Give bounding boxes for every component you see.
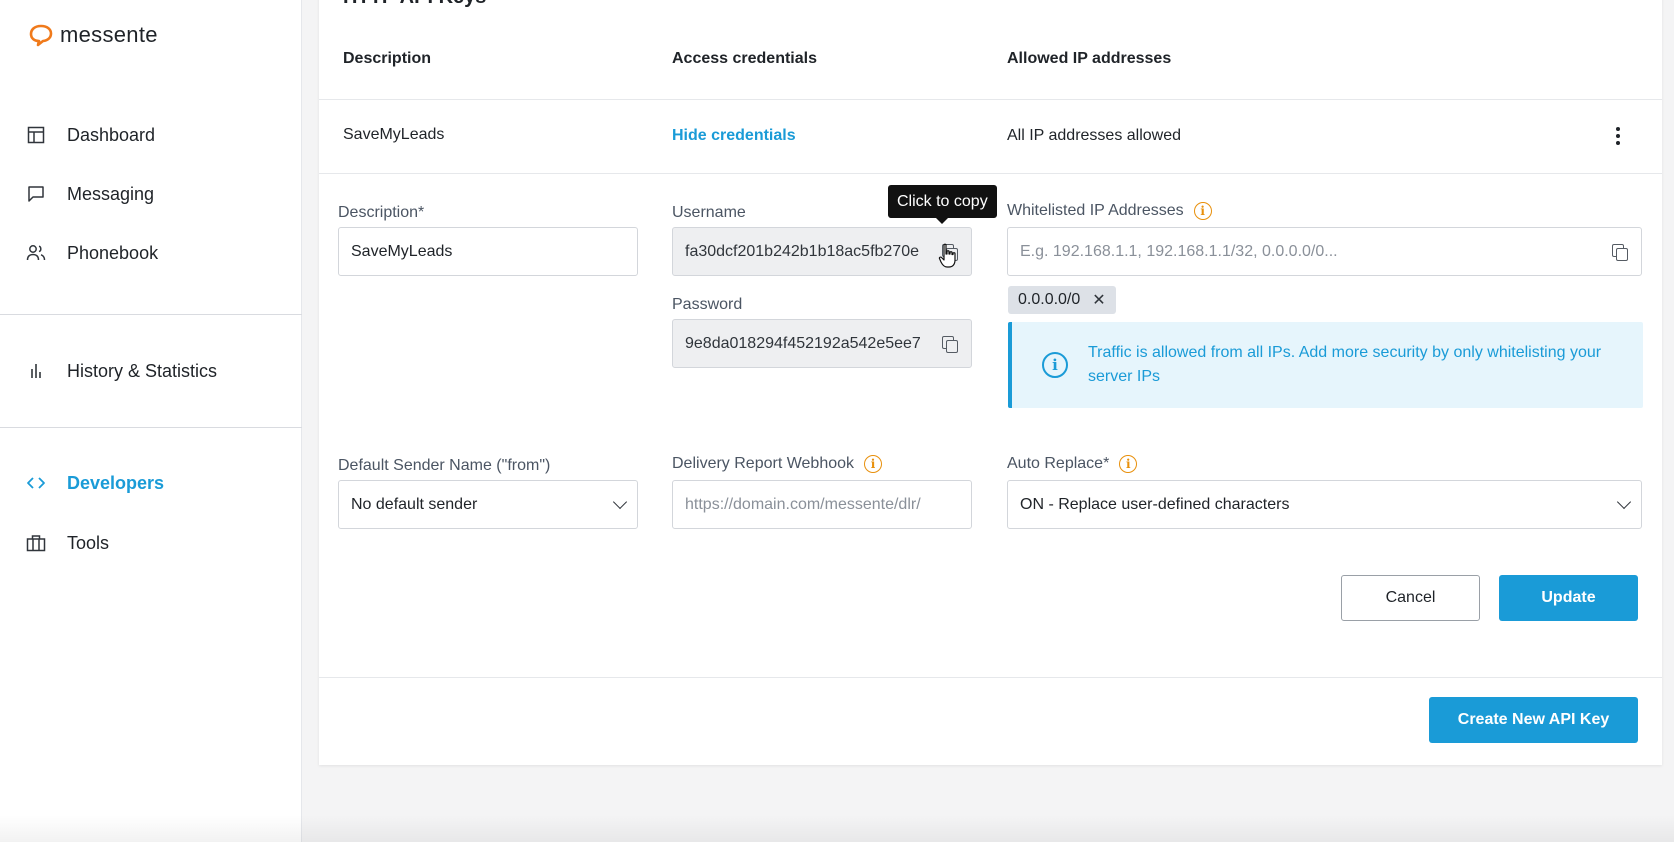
notice-text: Traffic is allowed from all IPs. Add mor… xyxy=(1088,344,1602,385)
sidebar-item-label: Phonebook xyxy=(67,242,159,263)
code-icon xyxy=(26,473,46,493)
remove-ip-icon[interactable]: ✕ xyxy=(1092,290,1105,310)
username-field[interactable]: fa30dcf201b242b1b18ac5fb270e xyxy=(672,227,972,276)
ip-chip-label: 0.0.0.0/0 xyxy=(1018,291,1081,308)
sidebar-item-dashboard[interactable]: Dashboard xyxy=(0,113,302,157)
sidebar-item-developers[interactable]: Developers xyxy=(0,461,302,505)
table-divider xyxy=(319,99,1662,100)
hand-cursor-icon xyxy=(938,243,956,268)
auto-replace-label-text: Auto Replace* xyxy=(1007,455,1110,472)
header-allowed-ips: Allowed IP addresses xyxy=(1007,50,1172,67)
info-icon[interactable]: i xyxy=(1193,202,1212,220)
password-label: Password xyxy=(672,296,742,314)
card-divider xyxy=(319,677,1662,678)
sidebar-divider xyxy=(0,427,302,428)
more-options-icon[interactable] xyxy=(1608,124,1628,148)
ip-chip: 0.0.0.0/0 ✕ xyxy=(1008,286,1116,314)
sidebar-item-phonebook[interactable]: Phonebook xyxy=(0,231,302,275)
cancel-button[interactable]: Cancel xyxy=(1341,575,1480,621)
update-button[interactable]: Update xyxy=(1499,575,1638,621)
username-value: fa30dcf201b242b1b18ac5fb270e xyxy=(685,242,919,260)
username-label: Username xyxy=(672,204,746,222)
chevron-down-icon xyxy=(1616,494,1632,510)
create-api-key-button[interactable]: Create New API Key xyxy=(1429,697,1638,743)
bar-chart-icon xyxy=(26,361,46,381)
webhook-placeholder: https://domain.com/messente/dlr/ xyxy=(685,495,921,513)
description-field[interactable]: SaveMyLeads xyxy=(338,227,638,276)
logo[interactable]: messente xyxy=(28,22,158,48)
sidebar-item-label: Messaging xyxy=(67,183,155,204)
sender-select[interactable]: No default sender xyxy=(338,480,638,529)
hide-credentials-link[interactable]: Hide credentials xyxy=(672,127,796,145)
sidebar-divider xyxy=(0,314,302,315)
username-label-text: Username xyxy=(672,204,746,221)
webhook-input[interactable]: https://domain.com/messente/dlr/ xyxy=(672,480,972,529)
copy-ip-icon[interactable] xyxy=(1611,243,1629,261)
row-allowed-ips: All IP addresses allowed xyxy=(1007,127,1182,144)
info-circle-icon: i xyxy=(1042,352,1068,378)
whitelist-placeholder: E.g. 192.168.1.1, 192.168.1.1/32, 0.0.0.… xyxy=(1020,242,1338,260)
description-value: SaveMyLeads xyxy=(351,242,453,260)
password-value: 9e8da018294f452192a542e5ee7 xyxy=(685,334,921,352)
webhook-label: Delivery Report Webhook i xyxy=(672,455,883,473)
users-icon xyxy=(26,243,46,263)
auto-replace-select[interactable]: ON - Replace user-defined characters xyxy=(1007,480,1642,529)
sidebar-item-label: Developers xyxy=(67,472,165,493)
whitelist-label: Whitelisted IP Addresses i xyxy=(1007,202,1212,220)
password-label-text: Password xyxy=(672,296,743,313)
briefcase-icon xyxy=(26,533,46,553)
description-label-text: Description* xyxy=(338,204,425,221)
table-divider xyxy=(319,173,1662,174)
webhook-label-text: Delivery Report Webhook xyxy=(672,455,855,472)
header-description: Description xyxy=(343,50,432,67)
sender-label: Default Sender Name ("from") xyxy=(338,457,550,475)
auto-replace-label: Auto Replace* i xyxy=(1007,455,1138,473)
sidebar-item-tools[interactable]: Tools xyxy=(0,521,302,565)
layout-icon xyxy=(26,125,46,145)
sidebar-item-label: Dashboard xyxy=(67,124,156,145)
header-access-credentials: Access credentials xyxy=(672,50,817,67)
sidebar: messente Dashboard Messaging Phonebook H… xyxy=(0,0,302,842)
security-notice: i Traffic is allowed from all IPs. Add m… xyxy=(1008,322,1643,408)
sidebar-item-messaging[interactable]: Messaging xyxy=(0,172,302,216)
sidebar-item-label: Tools xyxy=(67,532,110,553)
whitelist-label-text: Whitelisted IP Addresses xyxy=(1007,202,1184,219)
sender-value: No default sender xyxy=(351,495,478,513)
sidebar-item-label: History & Statistics xyxy=(67,360,218,381)
copy-tooltip: Click to copy xyxy=(888,185,997,224)
info-icon[interactable]: i xyxy=(1119,455,1138,473)
info-icon[interactable]: i xyxy=(864,455,883,473)
bottom-shadow xyxy=(0,815,1674,842)
messente-logo-icon xyxy=(29,24,53,47)
logo-text: messente xyxy=(60,22,158,47)
sidebar-item-history-statistics[interactable]: History & Statistics xyxy=(0,349,302,393)
copy-password-icon[interactable] xyxy=(941,335,959,353)
chat-icon xyxy=(26,184,46,204)
password-field[interactable]: 9e8da018294f452192a542e5ee7 xyxy=(672,319,972,368)
chevron-down-icon xyxy=(612,494,628,510)
sender-label-text: Default Sender Name ("from") xyxy=(338,457,551,474)
auto-replace-value: ON - Replace user-defined characters xyxy=(1020,495,1290,513)
section-title: HTTP API Keys xyxy=(343,0,486,9)
description-label: Description* xyxy=(338,204,424,222)
row-description: SaveMyLeads xyxy=(343,126,445,143)
whitelist-input[interactable]: E.g. 192.168.1.1, 192.168.1.1/32, 0.0.0.… xyxy=(1007,227,1642,276)
